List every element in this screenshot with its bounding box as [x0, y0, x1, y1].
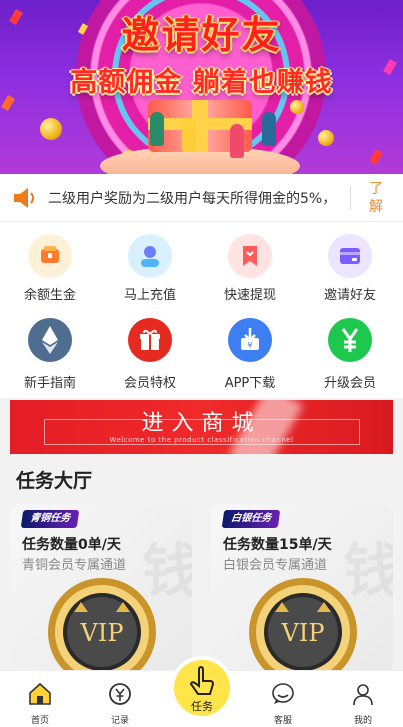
tab-label: 记录 — [110, 716, 129, 726]
grid-item-label: 余额生金 — [23, 288, 76, 303]
tab-label: 首页 — [30, 716, 49, 726]
vip-medal-icon: VIP — [48, 578, 156, 674]
grid-item-label: 马上充值 — [123, 288, 176, 303]
coin-icon — [318, 130, 334, 146]
grid-item-recharge[interactable]: 马上充值 — [100, 222, 200, 310]
grid-item-balance-gold[interactable]: 余额生金 — [0, 222, 100, 310]
wallet-card-icon — [328, 234, 372, 278]
grid-item-guide[interactable]: 新手指南 — [0, 310, 100, 398]
grid-item-label: 升级会员 — [323, 376, 376, 391]
tab-mine[interactable]: 我的 — [323, 671, 403, 727]
feature-grid: 余额生金 马上充值 快速提现 邀请好友 新手指南 会员特权 ¥ APP下载 升级… — [0, 222, 403, 398]
notice-bar: 二级用户奖励为二级用户每天所得佣金的5%， 了解 — [0, 174, 403, 222]
shop-title: 进入商城 — [141, 411, 262, 436]
user-icon — [350, 681, 376, 707]
divider — [350, 186, 351, 210]
person-illustration — [262, 112, 276, 146]
svg-text:¥: ¥ — [247, 341, 252, 350]
user-recharge-icon — [128, 234, 172, 278]
tab-label: 我的 — [353, 716, 372, 726]
tab-record[interactable]: 记录 — [80, 671, 160, 727]
person-illustration — [230, 124, 244, 158]
coin-icon — [290, 100, 304, 114]
section-title: 任务大厅 — [16, 470, 93, 492]
chat-icon — [270, 681, 296, 707]
grid-item-label: 邀请好友 — [323, 288, 376, 303]
tab-label: 任务 — [191, 700, 213, 713]
grid-item-withdraw[interactable]: 快速提现 — [200, 222, 300, 310]
wallet-icon — [28, 234, 72, 278]
vip-medal-icon: VIP — [249, 578, 357, 674]
tab-home[interactable]: 首页 — [0, 671, 80, 727]
grid-item-label: APP下载 — [224, 376, 276, 391]
home-icon — [27, 681, 53, 707]
notice-text: 二级用户奖励为二级用户每天所得佣金的5%， — [48, 191, 337, 207]
tab-task[interactable]: 任务 — [170, 656, 234, 720]
tab-label: 客服 — [273, 716, 292, 726]
banner-title: 邀请好友 — [121, 13, 282, 57]
vip-label: VIP — [281, 619, 325, 647]
task-desc: 白银会员专属通道 — [223, 558, 328, 573]
person-illustration — [150, 112, 164, 146]
yen-icon — [328, 318, 372, 362]
person-illustration — [182, 118, 196, 152]
grid-item-upgrade[interactable]: 升级会员 — [300, 310, 400, 398]
task-count: 任务数量0单/天 — [22, 537, 121, 553]
task-count: 任务数量15单/天 — [223, 537, 332, 553]
shop-subtitle: Welcome to the product classification ch… — [109, 436, 294, 444]
task-card-bronze[interactable]: 钱 青铜任务 任务数量0单/天 青铜会员专属通道 VIP — [10, 504, 192, 674]
grid-item-invite[interactable]: 邀请好友 — [300, 222, 400, 310]
coin-icon — [40, 118, 62, 140]
task-card-silver[interactable]: 钱 白银任务 任务数量15单/天 白银会员专属通道 VIP — [211, 504, 393, 674]
tier-badge: 青铜任务 — [20, 510, 80, 528]
speaker-icon — [12, 186, 38, 210]
learn-more-link[interactable]: 了解 — [368, 180, 384, 216]
tier-badge: 白银任务 — [221, 510, 281, 528]
enter-shop-banner[interactable]: 进入商城 Welcome to the product classificati… — [10, 400, 393, 454]
record-icon — [107, 681, 133, 707]
gift-icon — [128, 318, 172, 362]
grid-item-label: 新手指南 — [23, 376, 76, 391]
vip-label: VIP — [80, 619, 124, 647]
grid-item-app-download[interactable]: ¥ APP下载 — [200, 310, 300, 398]
bookmark-icon — [228, 234, 272, 278]
tab-service[interactable]: 客服 — [243, 671, 323, 727]
grid-item-privilege[interactable]: 会员特权 — [100, 310, 200, 398]
confetti — [369, 148, 383, 166]
download-icon: ¥ — [228, 318, 272, 362]
grid-item-label: 会员特权 — [123, 376, 176, 391]
ethereum-icon — [28, 318, 72, 362]
grid-item-label: 快速提现 — [223, 288, 276, 303]
task-desc: 青铜会员专属通道 — [22, 558, 127, 573]
invite-banner[interactable]: 邀请好友 高额佣金 躺着也赚钱 — [0, 0, 403, 174]
banner-subtitle: 高额佣金 躺着也赚钱 — [70, 67, 333, 98]
